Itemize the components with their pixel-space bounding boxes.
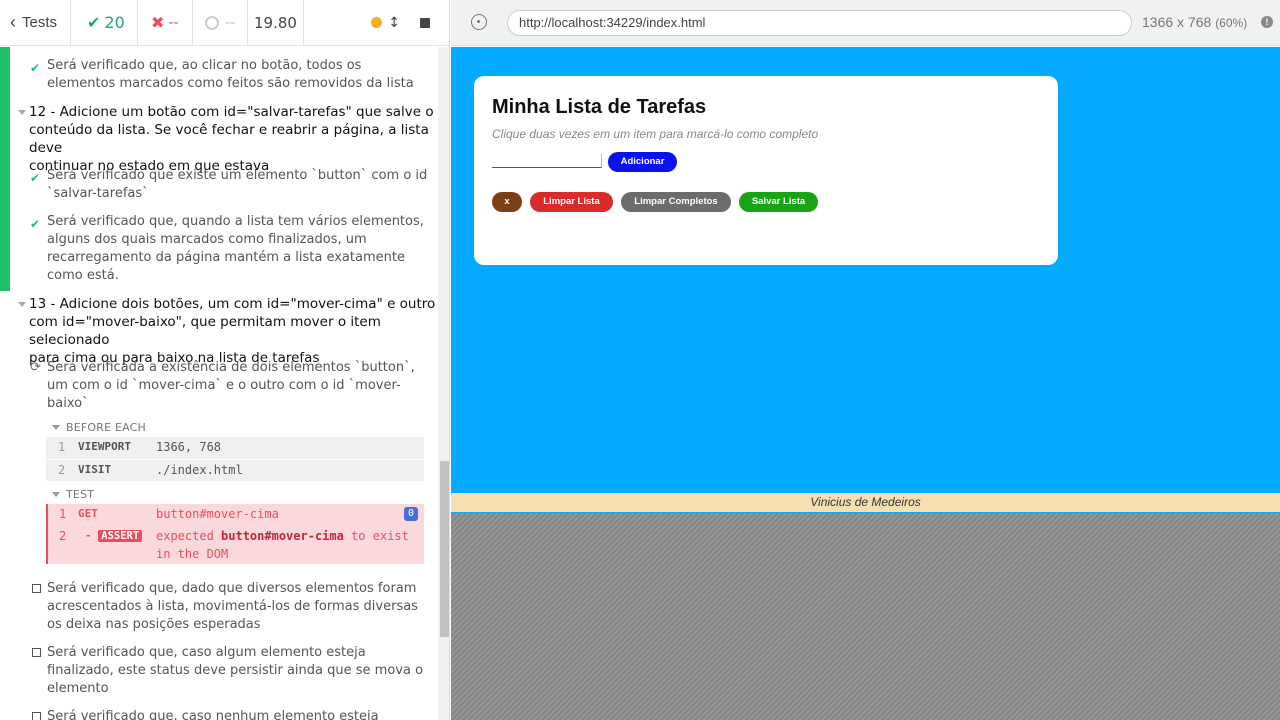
test-title[interactable]: Será verificado que, caso algum elemento… [47, 644, 423, 698]
test-title[interactable]: Será verificado que existe um elemento `… [47, 167, 427, 203]
clear-completed-button[interactable]: Limpar Completos [621, 192, 731, 212]
pending-stat: -- [193, 0, 248, 45]
info-icon[interactable]: ! [1261, 16, 1273, 28]
run-controls: ↕ [304, 0, 449, 45]
caret-down-icon[interactable] [18, 302, 26, 307]
check-icon: ✔ [30, 171, 41, 185]
suite-title[interactable]: 12 - Adicione um botão com id="salvar-ta… [29, 103, 438, 175]
running-indicator-icon [371, 17, 383, 28]
selector-playground-icon[interactable] [471, 14, 487, 30]
test-title[interactable]: Será verificada a existência de dois ele… [47, 359, 415, 413]
test-title[interactable]: Será verificado que, dado que diversos e… [47, 580, 418, 634]
viewport-background [451, 513, 1280, 720]
todo-card: Minha Lista de Tarefas Clique duas vezes… [474, 76, 1058, 265]
instructions: Clique duas vezes em um item para marcá-… [492, 127, 819, 141]
square-icon [32, 648, 41, 657]
reporter-panel: ‹ Tests ✔ 20 ✖ -- -- 19.80 ↕ ✔ Será veri… [0, 0, 450, 720]
scroll-toggle-icon[interactable]: ↕ [388, 15, 400, 31]
failed-count: -- [168, 14, 179, 31]
reporter-body: ✔ Será verificado que, ao clicar no botã… [0, 47, 438, 720]
before-each-label: BEFORE EACH [66, 421, 147, 434]
test-label: TEST [66, 488, 95, 501]
footer: Vinicius de Medeiros [451, 493, 1280, 512]
assert-badge: ASSERT [98, 530, 143, 542]
caret-down-icon[interactable] [52, 492, 60, 497]
check-icon: ✔ [30, 217, 41, 231]
app-viewport: Minha Lista de Tarefas Clique duas vezes… [451, 47, 1280, 513]
element-count-badge: 0 [403, 507, 418, 521]
pending-count: -- [225, 14, 236, 31]
caret-down-icon[interactable] [18, 110, 26, 115]
test-title[interactable]: Será verificado que, caso nenhum element… [47, 708, 379, 720]
viewport-info: 1366 x 768 (60%) [1142, 14, 1248, 30]
check-icon: ✔ [87, 13, 101, 32]
command-row[interactable]: 2 VISIT ./index.html [46, 459, 424, 481]
command-row[interactable]: 1 VIEWPORT 1366, 768 [46, 437, 424, 459]
failed-stat: ✖ -- [138, 0, 193, 45]
test-title[interactable]: Será verificado que, ao clicar no botão,… [47, 57, 414, 93]
passed-count: 20 [104, 13, 125, 32]
square-icon [32, 584, 41, 593]
passed-stat: ✔ 20 [71, 0, 138, 45]
add-button[interactable]: Adicionar [608, 152, 677, 172]
page-title: Minha Lista de Tarefas [492, 96, 707, 118]
reporter-header: ‹ Tests ✔ 20 ✖ -- -- 19.80 ↕ [0, 0, 449, 46]
scrollbar-thumb[interactable] [440, 461, 449, 637]
url-field[interactable]: http://localhost:34229/index.html [507, 10, 1132, 36]
check-icon: ✔ [30, 61, 41, 75]
command-row-failed[interactable]: 1 GET button#mover-cima 0 [46, 504, 424, 526]
tests-button[interactable]: ‹ Tests [0, 0, 71, 45]
duration: 19.80 [248, 0, 304, 45]
assert-message: expected button#mover-cima to exist [156, 529, 409, 543]
circle-notch-icon [205, 15, 219, 30]
command-row-failed[interactable]: 2 - ASSERT expected button#mover-cima to… [46, 526, 424, 564]
refresh-icon: ⟳ [30, 360, 41, 375]
test-title[interactable]: Será verificado que, quando a lista tem … [47, 213, 424, 285]
remove-selected-button[interactable]: x [492, 192, 522, 212]
square-icon [32, 712, 41, 720]
suite-status-bar [0, 47, 10, 91]
tests-label: Tests [22, 14, 58, 31]
task-input[interactable] [492, 154, 602, 168]
stop-icon[interactable] [420, 17, 430, 28]
save-list-button[interactable]: Salvar Lista [739, 192, 818, 212]
x-icon: ✖ [151, 13, 165, 32]
clear-list-button[interactable]: Limpar Lista [530, 192, 613, 212]
caret-down-icon[interactable] [52, 425, 60, 430]
suite-title[interactable]: 13 - Adicione dois botões, um com id="mo… [29, 295, 438, 367]
suite-status-bar [0, 91, 10, 291]
chevron-left-icon: ‹ [10, 12, 16, 32]
